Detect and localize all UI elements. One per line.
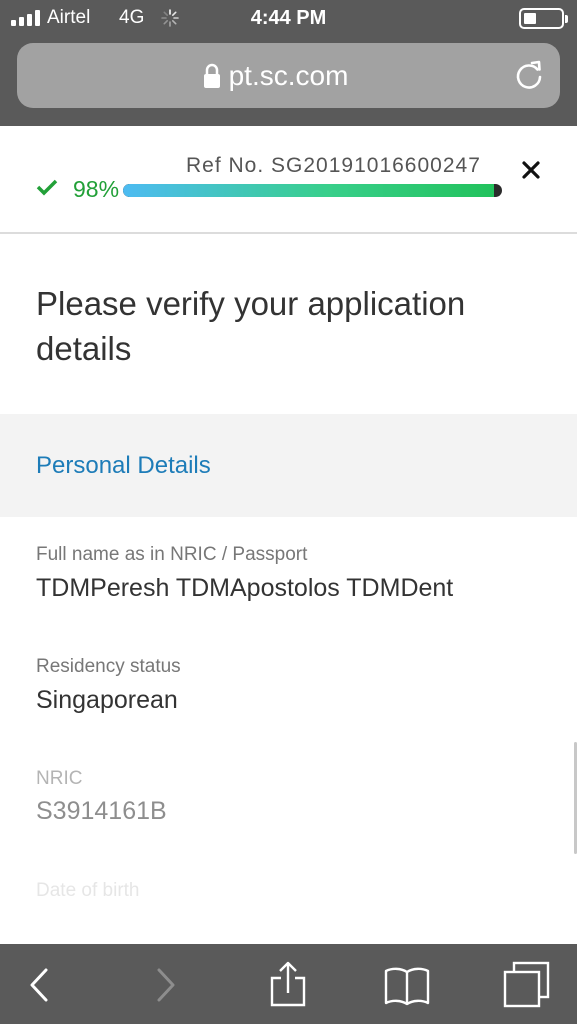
bookmarks-icon[interactable] — [383, 961, 431, 1009]
close-icon[interactable] — [520, 159, 542, 181]
progress-bar — [123, 184, 502, 197]
full-name-value: TDMPeresh TDMApostolos TDMDent — [36, 574, 454, 602]
battery-icon — [519, 8, 568, 29]
browser-chrome: Airtel 4G 4:44 PM pt.sc.com — [0, 0, 577, 126]
full-name-label: Full name as in NRIC / Passport — [36, 544, 308, 565]
network-type: 4G — [119, 7, 145, 28]
nric-label: NRIC — [36, 768, 83, 789]
activity-spinner-icon — [161, 9, 179, 27]
residency-status-value: Singaporean — [36, 686, 178, 714]
progress-percent: 98% — [73, 176, 120, 202]
carrier-name: Airtel — [47, 7, 91, 28]
signal-strength-icon — [11, 10, 40, 26]
address-bar[interactable]: pt.sc.com — [17, 43, 560, 108]
date-of-birth-label: Date of birth — [36, 880, 140, 901]
share-icon[interactable] — [264, 961, 312, 1009]
residency-status-label: Residency status — [36, 656, 181, 677]
page-title: Please verify your application details — [36, 285, 466, 367]
url-text: pt.sc.com — [228, 60, 349, 91]
check-icon — [36, 179, 58, 196]
forward-icon[interactable] — [142, 961, 190, 1009]
reload-icon[interactable] — [513, 59, 545, 91]
progress-bar-fill — [123, 184, 495, 197]
browser-toolbar — [0, 944, 577, 1024]
application-progress-header: 98% Ref No. SG20191016600247 — [0, 126, 577, 234]
reference-number: Ref No. SG20191016600247 — [186, 154, 481, 177]
personal-details-section: Personal Details — [0, 414, 577, 517]
tabs-icon[interactable] — [503, 961, 551, 1009]
nric-value: S3914161B — [36, 797, 167, 825]
section-title: Personal Details — [36, 452, 211, 479]
status-bar: Airtel 4G 4:44 PM — [0, 0, 577, 38]
back-icon[interactable] — [15, 961, 63, 1009]
